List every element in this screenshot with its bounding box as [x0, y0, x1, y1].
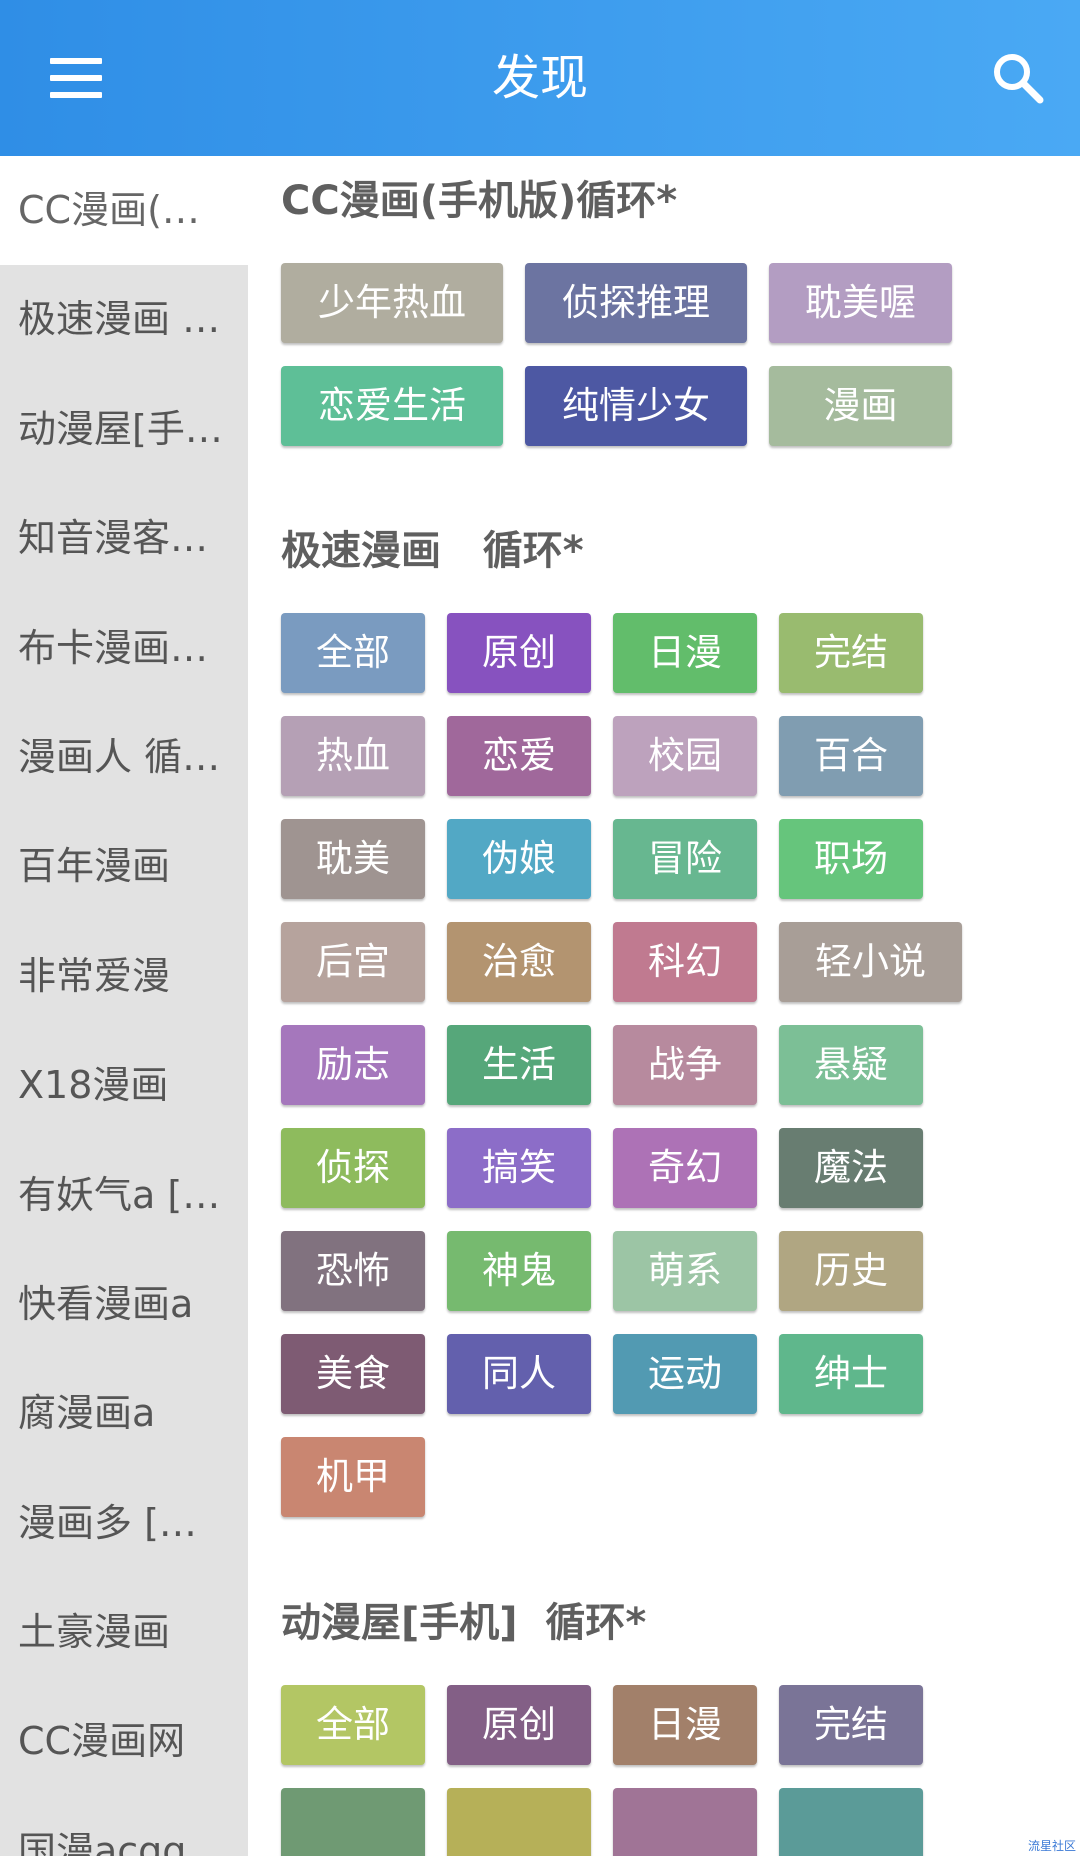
sidebar-item[interactable]: 国漫acgq [0, 1797, 248, 1856]
category-section: 极速漫画 循环* 全部 原创 日漫 完结热血 恋爱 校园 百合耽美 伪娘 冒险 职场后宫 治愈 科幻 轻小… [248, 515, 1080, 1540]
sidebar-item[interactable]: 布卡漫画（循环* [0, 594, 248, 703]
category-tag[interactable]: 机甲 [281, 1437, 425, 1517]
sidebar-item[interactable]: 腐漫画a [0, 1359, 248, 1468]
source-sidebar: CC漫画(手机版)循环*极速漫画 循环*动漫屋[手机] 循环*知音漫客（循环*布… [0, 156, 248, 1856]
sidebar-item[interactable]: 极速漫画 循环* [0, 265, 248, 374]
section-title: CC漫画(手机版)循环* [281, 178, 678, 224]
category-tag[interactable]: 校园 [613, 716, 757, 796]
category-tag[interactable] [447, 1788, 591, 1856]
sidebar-item[interactable]: 百年漫画 [0, 812, 248, 921]
watermark: 流星社区 [1027, 1839, 1076, 1853]
category-tag[interactable]: 生活 [447, 1025, 591, 1105]
category-tag[interactable]: 日漫 [613, 1685, 757, 1765]
section-title: 动漫屋[手机] 循环* [281, 1600, 647, 1646]
sidebar-item[interactable]: 快看漫画a [0, 1250, 248, 1359]
category-tag[interactable]: 百合 [779, 716, 923, 796]
sidebar-item[interactable]: 土豪漫画 [0, 1578, 248, 1687]
category-section: 动漫屋[手机] 循环* 全部 原创 日漫 完结 [248, 1587, 1080, 1856]
category-tag[interactable]: 侦探 [281, 1128, 425, 1208]
category-tag[interactable]: 职场 [779, 819, 923, 899]
category-tag[interactable]: 轻小说 [779, 922, 962, 1002]
tag-grid: 少年热血 侦探推理 耽美喔恋爱生活 纯情少女 漫画 [281, 263, 1001, 469]
category-tag[interactable]: 冒险 [613, 819, 757, 899]
sidebar-item[interactable]: 非常爱漫 [0, 922, 248, 1031]
category-tag[interactable]: 奇幻 [613, 1128, 757, 1208]
category-tag[interactable]: 耽美 [281, 819, 425, 899]
category-tag[interactable]: 励志 [281, 1025, 425, 1105]
category-tag[interactable]: 恋爱生活 [281, 366, 503, 446]
category-tag[interactable]: 神鬼 [447, 1231, 591, 1311]
category-tag[interactable]: 历史 [779, 1231, 923, 1311]
category-tag[interactable]: 战争 [613, 1025, 757, 1105]
sidebar-item[interactable]: 漫画人 循环* [0, 703, 248, 812]
category-tag[interactable]: 悬疑 [779, 1025, 923, 1105]
category-tag[interactable]: 耽美喔 [769, 263, 952, 343]
category-tag[interactable]: 恐怖 [281, 1231, 425, 1311]
sidebar-item[interactable]: 知音漫客（循环* [0, 484, 248, 593]
category-tag[interactable]: 美食 [281, 1334, 425, 1414]
app-bar: 发现 [0, 0, 1080, 156]
category-tag[interactable]: 全部 [281, 613, 425, 693]
category-tag[interactable]: 后宫 [281, 922, 425, 1002]
category-tag[interactable]: 萌系 [613, 1231, 757, 1311]
category-tag[interactable]: 搞笑 [447, 1128, 591, 1208]
category-tag[interactable]: 纯情少女 [525, 366, 747, 446]
category-tag[interactable]: 魔法 [779, 1128, 923, 1208]
sidebar-item[interactable]: 动漫屋[手机] 循环* [0, 375, 248, 484]
category-tag[interactable]: 原创 [447, 613, 591, 693]
category-tag[interactable]: 少年热血 [281, 263, 503, 343]
tag-grid: 全部 原创 日漫 完结 [281, 1685, 1001, 1856]
page-title: 发现 [491, 50, 588, 106]
category-tag[interactable]: 科幻 [613, 922, 757, 1002]
category-tag[interactable] [281, 1788, 425, 1856]
category-tag[interactable]: 治愈 [447, 922, 591, 1002]
category-tag[interactable] [779, 1788, 923, 1856]
category-tag[interactable]: 全部 [281, 1685, 425, 1765]
sidebar-item[interactable]: CC漫画网 [0, 1687, 248, 1796]
sidebar-item[interactable]: X18漫画 [0, 1031, 248, 1140]
category-tag[interactable]: 绅士 [779, 1334, 923, 1414]
section-title: 极速漫画 循环* [281, 528, 584, 574]
tag-grid: 全部 原创 日漫 完结热血 恋爱 校园 百合耽美 伪娘 冒险 职场后宫 治愈 科幻 轻小说励志 生活 战争悬… [281, 613, 1001, 1540]
category-tag[interactable]: 漫画 [769, 366, 952, 446]
category-tag[interactable]: 伪娘 [447, 819, 591, 899]
category-tag[interactable]: 侦探推理 [525, 263, 747, 343]
category-tag[interactable]: 原创 [447, 1685, 591, 1765]
category-tag[interactable] [613, 1788, 757, 1856]
category-tag[interactable]: 热血 [281, 716, 425, 796]
sidebar-item[interactable]: CC漫画(手机版)循环* [0, 156, 248, 266]
category-tag[interactable]: 运动 [613, 1334, 757, 1414]
sidebar-item[interactable]: 有妖气a [循环* [0, 1141, 248, 1250]
category-tag[interactable]: 完结 [779, 1685, 923, 1765]
search-icon [994, 54, 1044, 104]
category-tag[interactable]: 日漫 [613, 613, 757, 693]
category-tag[interactable]: 完结 [779, 613, 923, 693]
search-button[interactable] [980, 40, 1056, 116]
category-tag[interactable]: 同人 [447, 1334, 591, 1414]
category-tag[interactable]: 恋爱 [447, 716, 591, 796]
discover-content: CC漫画(手机版)循环* 少年热血 侦探推理 耽美喔 恋爱生活 纯情少女 漫画 极速漫画 循环… [248, 156, 1080, 1856]
category-section: CC漫画(手机版)循环* 少年热血 侦探推理 耽美喔恋爱生活 纯情少女 漫画 [248, 165, 1080, 469]
sidebar-item[interactable]: 漫画多 [循环* [0, 1469, 248, 1578]
